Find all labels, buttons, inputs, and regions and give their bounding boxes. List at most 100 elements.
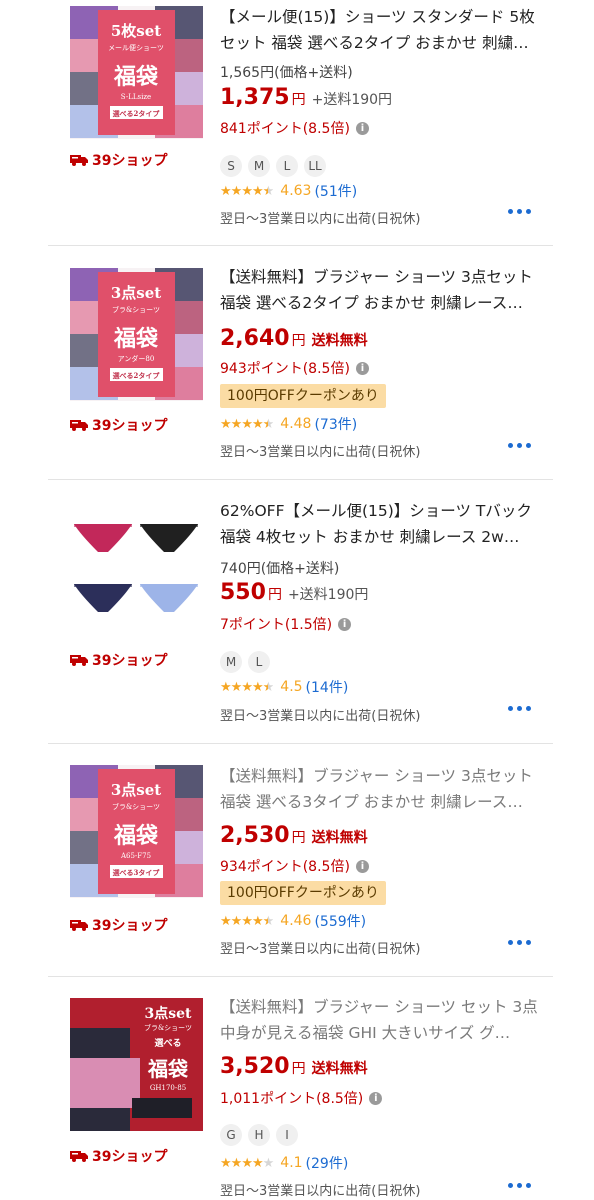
info-icon[interactable]: i xyxy=(338,617,352,631)
points-label: 1,011ポイント(8.5倍) i xyxy=(220,1088,383,1108)
points-label: 934ポイント(8.5倍) i xyxy=(220,856,369,876)
points-text: 7ポイント(1.5倍) xyxy=(220,617,333,633)
banner-fuku: 福袋 xyxy=(113,326,159,352)
info-icon[interactable]: i xyxy=(355,361,369,375)
rating[interactable]: ★★★★★ 4.5 (14件) xyxy=(220,677,348,697)
shop-name[interactable]: 39ショップ xyxy=(70,915,167,935)
review-count-link[interactable]: (14件) xyxy=(306,677,349,697)
price-row: 2,530 円送料無料 xyxy=(220,823,368,848)
price-value: 3,520 xyxy=(220,1054,290,1079)
points-text: 943ポイント(8.5倍) xyxy=(220,361,350,377)
original-price: 1,565円(価格+送料) xyxy=(220,65,353,81)
delivery-info: 翌日〜3営業日以内に出荷(日祝休) xyxy=(220,212,421,227)
points-text: 841ポイント(8.5倍) xyxy=(220,121,350,137)
shipping-label: 送料無料 xyxy=(311,830,368,846)
rating-stars: ★★★★★ xyxy=(220,183,274,199)
shipping-label: 送料無料 xyxy=(311,1061,368,1077)
size-chip[interactable]: H xyxy=(248,1124,270,1146)
shop-label: 39ショップ xyxy=(92,1149,168,1165)
price-value: 550 xyxy=(220,580,266,605)
product-image[interactable]: 3点set ブラ&ショーツ 選べる 福袋 GH170-85 xyxy=(70,998,203,1131)
rating-score: 4.48 xyxy=(280,416,312,432)
price-yen: 円 xyxy=(291,92,306,108)
coupon-badge[interactable]: 100円OFFクーポンあり xyxy=(220,881,386,905)
delivery-info: 翌日〜3営業日以内に出荷(日祝休) xyxy=(220,709,421,724)
shop-name[interactable]: 39ショップ xyxy=(70,1146,167,1166)
shop-name[interactable]: 39ショップ xyxy=(70,650,167,670)
product-title[interactable]: 【送料無料】ブラジャー ショーツ セット 3点 中身が見える福袋 GHI 大きい… xyxy=(220,994,540,1046)
item-divider xyxy=(48,976,553,977)
size-chip[interactable]: S xyxy=(220,155,242,177)
info-icon[interactable]: i xyxy=(355,121,369,135)
size-options: ML xyxy=(220,651,270,673)
points-label: 7ポイント(1.5倍) i xyxy=(220,614,352,634)
price-value: 2,530 xyxy=(220,823,290,848)
review-count-link[interactable]: (559件) xyxy=(314,911,366,931)
size-chip[interactable]: I xyxy=(276,1124,298,1146)
more-options-icon[interactable] xyxy=(508,706,531,711)
banner-headline: 3点set xyxy=(111,781,161,799)
more-options-icon[interactable] xyxy=(508,443,531,448)
banner-size: GH170-85 xyxy=(150,1084,186,1092)
rating-score: 4.46 xyxy=(280,913,312,929)
shop-name[interactable]: 39ショップ xyxy=(70,415,167,435)
banner-sub: ブラ&ショーツ xyxy=(112,305,160,314)
banner-badge: 選べる3タイプ xyxy=(113,868,161,877)
size-chip[interactable]: M xyxy=(220,651,242,673)
banner-size: A65-F75 xyxy=(120,852,151,860)
price-row: 3,520 円送料無料 xyxy=(220,1054,368,1079)
price-row: 550 円 +送料190円 xyxy=(220,580,368,605)
rating-stars: ★★★★★ xyxy=(220,416,274,432)
product-title[interactable]: 【送料無料】ブラジャー ショーツ 3点セット 福袋 選べる3タイプ おまかせ 刺… xyxy=(220,763,540,815)
price-row: 2,640 円送料無料 xyxy=(220,326,368,351)
shipping-label: 送料無料 xyxy=(311,333,368,349)
product-image[interactable]: 3点set ブラ&ショーツ 福袋 A65-F75 選べる3タイプ xyxy=(70,765,203,898)
rating-stars: ★★★★★ xyxy=(220,1155,274,1171)
price-yen: 円 xyxy=(267,587,282,603)
delivery-info: 翌日〜3営業日以内に出荷(日祝休) xyxy=(220,942,421,957)
size-chip[interactable]: LL xyxy=(304,155,326,177)
product-title[interactable]: 62%OFF【メール便(15)】ショーツ Tバック 福袋 4枚セット おまかせ … xyxy=(220,498,540,550)
rating[interactable]: ★★★★★ 4.46 (559件) xyxy=(220,911,366,931)
size-chip[interactable]: L xyxy=(248,651,270,673)
shipping-label: +送料190円 xyxy=(311,92,393,108)
product-title[interactable]: 【送料無料】ブラジャー ショーツ 3点セット 福袋 選べる2タイプ おまかせ 刺… xyxy=(220,264,540,316)
size-chip[interactable]: L xyxy=(276,155,298,177)
coupon-badge[interactable]: 100円OFFクーポンあり xyxy=(220,384,386,408)
banner-badge: 選べる2タイプ xyxy=(113,109,161,118)
price-yen: 円 xyxy=(291,1061,306,1077)
shop-name[interactable]: 39ショップ xyxy=(70,150,167,170)
truck-icon xyxy=(70,654,88,666)
product-title[interactable]: 【メール便(15)】ショーツ スタンダード 5枚セット 福袋 選べる2タイプ お… xyxy=(220,4,540,56)
price-row: 1,375 円 +送料190円 xyxy=(220,85,392,110)
product-image[interactable]: 5枚set メール便ショーツ 福袋 S-LLsize 選べる2タイプ xyxy=(70,6,203,139)
size-chip[interactable]: M xyxy=(248,155,270,177)
rating[interactable]: ★★★★★ 4.63 (51件) xyxy=(220,181,357,201)
review-count-link[interactable]: (51件) xyxy=(314,181,357,201)
points-text: 1,011ポイント(8.5倍) xyxy=(220,1091,364,1107)
product-image[interactable] xyxy=(70,506,203,639)
shop-label: 39ショップ xyxy=(92,418,168,434)
rating[interactable]: ★★★★★ 4.48 (73件) xyxy=(220,414,357,434)
delivery-info: 翌日〜3営業日以内に出荷(日祝休) xyxy=(220,1184,421,1199)
size-chip[interactable]: G xyxy=(220,1124,242,1146)
banner-sub: メール便ショーツ xyxy=(108,43,164,52)
more-options-icon[interactable] xyxy=(508,209,531,214)
more-options-icon[interactable] xyxy=(508,940,531,945)
info-icon[interactable]: i xyxy=(355,859,369,873)
review-count-link[interactable]: (73件) xyxy=(314,414,357,434)
info-icon[interactable]: i xyxy=(369,1091,383,1105)
rating-score: 4.5 xyxy=(280,679,303,695)
shop-label: 39ショップ xyxy=(92,653,168,669)
size-options: S M L LL xyxy=(220,155,326,177)
review-count-link[interactable]: (29件) xyxy=(306,1153,349,1173)
more-options-icon[interactable] xyxy=(508,1183,531,1188)
product-image[interactable]: 3点set ブラ&ショーツ 福袋 アンダー80 選べる2タイプ xyxy=(70,268,203,401)
price-yen: 円 xyxy=(291,333,306,349)
banner-size: アンダー80 xyxy=(118,354,155,363)
truck-icon xyxy=(70,1150,88,1162)
banner-headline: 3点set xyxy=(111,284,161,302)
rating-stars: ★★★★★ xyxy=(220,913,274,929)
rating[interactable]: ★★★★★ 4.1 (29件) xyxy=(220,1153,348,1173)
banner-headline: 3点set xyxy=(145,1005,193,1022)
